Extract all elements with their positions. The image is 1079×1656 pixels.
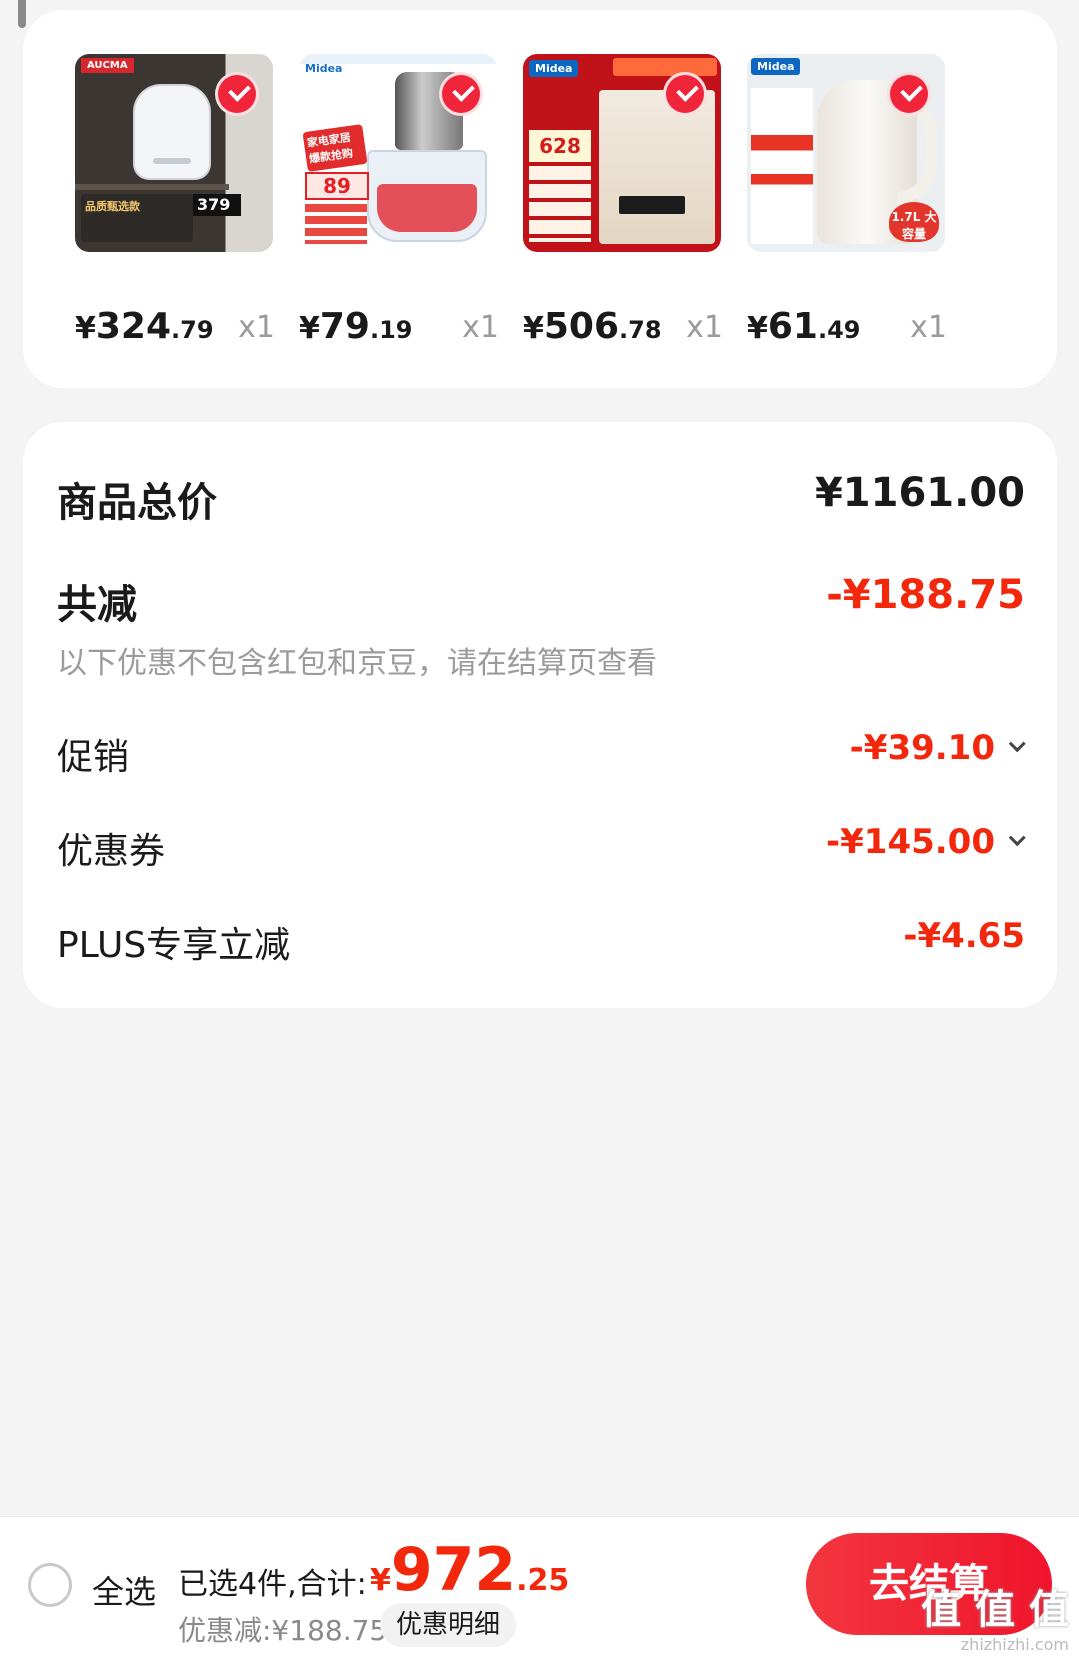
price-row: ¥79.19 x1 [299, 306, 499, 356]
checked-icon[interactable] [439, 72, 483, 116]
brand-badge: AUCMA [81, 58, 134, 73]
total-price-label: 商品总价 [57, 480, 217, 526]
product-quantity: x1 [910, 310, 947, 345]
product-item[interactable]: AUCMA 品质甄选款 379 ¥324.79 x1 [75, 54, 275, 347]
total-price-value: ¥1161.00 [814, 470, 1025, 516]
promo-price-tag: 89 [305, 172, 369, 200]
brand-logo: Midea [751, 58, 801, 75]
product-thumbnail[interactable]: Midea 1.7L 大容量 [747, 54, 945, 252]
promo-label: 品质甄选款 [81, 194, 193, 242]
promotion-label: 促销 [57, 737, 130, 778]
chevron-down-icon[interactable] [1008, 829, 1026, 847]
coupon-row[interactable]: 优惠券 -¥145.00 [57, 822, 1026, 872]
promo-price-tag: 628 [529, 130, 591, 162]
product-thumbnail[interactable]: Midea 628 [523, 54, 721, 252]
plus-discount-value: -¥4.65 [903, 916, 1025, 956]
chevron-down-icon[interactable] [1008, 735, 1026, 753]
capacity-badge: 1.7L 大容量 [889, 202, 939, 242]
product-item[interactable]: Midea 家电家居 爆款抢购 89 ¥79.19 x1 [299, 54, 499, 347]
product-quantity: x1 [686, 310, 723, 345]
product-price: ¥506.78 [523, 306, 662, 347]
total-reduction-label: 共减 [57, 582, 137, 628]
watermark-url: zhizhizhi.com [960, 1635, 1069, 1654]
product-item[interactable]: Midea 1.7L 大容量 ¥61.49 x1 [747, 54, 947, 347]
promo-label [529, 166, 591, 242]
discount-amount-text: 优惠减:¥188.75 [178, 1614, 388, 1647]
watermark: 值 值 值 zhizhizhi.com [921, 1577, 1069, 1654]
product-price: ¥324.79 [75, 306, 214, 347]
gas-heater-image [599, 90, 715, 244]
price-summary-card: 商品总价 ¥1161.00 共减 -¥188.75 以下优惠不包含红包和京豆，请… [23, 422, 1057, 1008]
heater-display [619, 196, 685, 214]
checked-icon[interactable] [215, 72, 259, 116]
discount-note: 以下优惠不包含红包和京豆，请在结算页查看 [57, 646, 657, 681]
product-price: ¥61.49 [747, 306, 861, 347]
price-row: ¥324.79 x1 [75, 306, 275, 356]
total-reduction-value: -¥188.75 [826, 572, 1025, 618]
product-quantity: x1 [462, 310, 499, 345]
grand-total-price: ¥972.25 [370, 1535, 570, 1605]
minced-meat-image [377, 184, 477, 232]
coupon-label: 优惠券 [57, 831, 166, 872]
water-heater-image [135, 86, 209, 178]
promotion-row[interactable]: 促销 -¥39.10 [57, 728, 1026, 778]
checked-icon[interactable] [663, 72, 707, 116]
product-quantity: x1 [238, 310, 275, 345]
selected-count-text: 已选4件,合计: [178, 1567, 367, 1602]
shelf-decoration [75, 184, 229, 190]
product-thumbnail[interactable]: Midea 家电家居 爆款抢购 89 [299, 54, 497, 252]
discount-detail-button[interactable]: 优惠明细 [380, 1603, 517, 1647]
price-row: ¥506.78 x1 [523, 306, 723, 356]
checked-icon[interactable] [887, 72, 931, 116]
scroll-indicator [18, 0, 26, 28]
promo-banner [613, 58, 717, 76]
promotion-value[interactable]: -¥39.10 [850, 728, 1026, 768]
selected-products-card: AUCMA 品质甄选款 379 ¥324.79 x1 Midea 家电家居 爆款… [23, 10, 1057, 388]
promo-label: 家电家居 爆款抢购 [302, 124, 368, 172]
product-price: ¥79.19 [299, 306, 413, 347]
select-all-label[interactable]: 全选 [92, 1567, 156, 1613]
product-item[interactable]: Midea 628 ¥506.78 x1 [523, 54, 723, 347]
watermark-logo: 值 值 值 [921, 1587, 1069, 1633]
brand-logo: Midea [305, 62, 343, 75]
price-row: ¥61.49 x1 [747, 306, 947, 356]
select-all-radio[interactable] [28, 1563, 72, 1607]
promo-label [751, 88, 813, 244]
brand-logo: Midea [529, 60, 579, 77]
feature-list-decoration [305, 204, 367, 244]
coupon-value[interactable]: -¥145.00 [826, 822, 1026, 862]
plus-discount-row: PLUS专享立减 -¥4.65 [57, 916, 1025, 966]
promo-price-tag: 379 [193, 194, 241, 216]
checkout-bar: 全选 已选4件,合计: ¥972.25 优惠减:¥188.75 优惠明细 去结算… [0, 1516, 1079, 1656]
plus-discount-label: PLUS专享立减 [57, 925, 291, 966]
product-thumbnail[interactable]: AUCMA 品质甄选款 379 [75, 54, 273, 252]
